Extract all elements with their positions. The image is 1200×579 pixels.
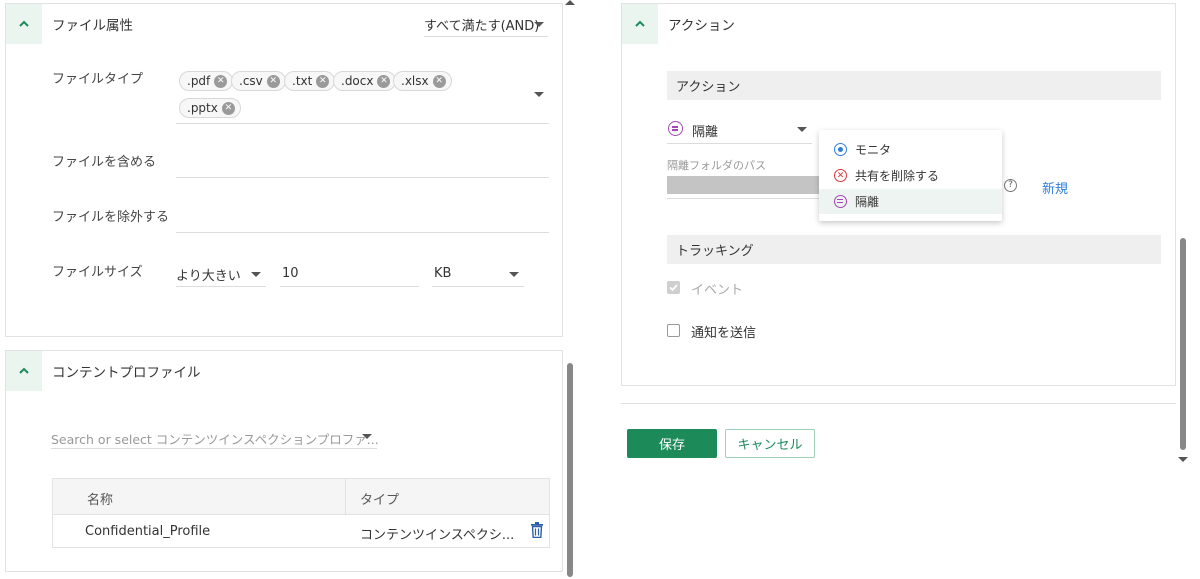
profile-table: 名称 タイプ Confidential_Profile コンテンツインスペクシ.… [52, 478, 550, 548]
collapse-button[interactable] [622, 4, 658, 44]
scroll-up-icon[interactable] [565, 0, 575, 5]
dropdown-option-quarantine[interactable]: 隔離 [819, 189, 1002, 214]
row-type: コンテンツインスペクシ... [360, 528, 515, 543]
left-scrollbar[interactable] [565, 0, 575, 579]
right-scrollbar[interactable] [1178, 0, 1188, 470]
chevron-up-icon [19, 367, 29, 374]
panel-title: コンテントプロファイル [52, 365, 201, 381]
scrollbar-thumb[interactable] [1180, 238, 1186, 450]
chevron-up-icon [635, 20, 645, 27]
column-header-name: 名称 [87, 493, 114, 508]
row-name: Confidential_Profile [85, 524, 211, 539]
content-profile-header[interactable]: コンテントプロファイル [6, 351, 562, 391]
panel-title: ファイル属性 [52, 18, 133, 34]
remove-icon[interactable]: ✕ [266, 74, 280, 88]
chip-docx[interactable]: .docx ✕ [333, 71, 397, 91]
remove-icon[interactable]: ✕ [316, 74, 330, 88]
profile-search-input[interactable]: Search or select コンテンツインスペクションプロファ... [51, 429, 379, 448]
eye-icon [834, 143, 847, 156]
remove-icon[interactable]: ✕ [214, 74, 228, 88]
column-header-type: タイプ [360, 493, 400, 508]
new-link[interactable]: 新規 [1042, 178, 1068, 197]
cancel-circle-icon: ✕ [834, 169, 847, 182]
table-header [53, 479, 549, 515]
footer-divider [621, 403, 1176, 404]
collapse-button[interactable] [6, 351, 42, 391]
tracking-section-bar: トラッキング [667, 235, 1161, 264]
content-profile-panel: コンテントプロファイル Search or select コンテンツインスペクシ… [5, 350, 563, 572]
policy-editor: ファイル属性 すべて満たす(AND) ファイルタイプ .pdf ✕ .csv ✕ .… [0, 0, 1200, 579]
chevron-down-icon[interactable] [534, 22, 544, 27]
trash-icon[interactable] [530, 522, 544, 538]
size-unit-select[interactable]: KB [434, 266, 451, 281]
file-type-label: ファイルタイプ [52, 72, 144, 87]
collapse-button[interactable] [6, 4, 42, 44]
quarantine-icon [668, 121, 683, 136]
chevron-down-icon[interactable] [251, 272, 261, 277]
notify-checkbox[interactable] [667, 324, 680, 337]
cancel-button[interactable]: キャンセル [725, 429, 815, 458]
save-button[interactable]: 保存 [627, 429, 717, 458]
chevron-down-icon[interactable] [509, 272, 519, 277]
include-label: ファイルを含める [52, 155, 157, 170]
action-header[interactable]: アクション [622, 4, 1175, 44]
chip-csv[interactable]: .csv ✕ [231, 71, 286, 91]
chip-xlsx[interactable]: .xlsx ✕ [393, 71, 452, 91]
chevron-down-icon[interactable] [362, 434, 372, 439]
table-row[interactable]: Confidential_Profile コンテンツインスペクシ... [53, 515, 549, 548]
quarantine-path-label: 隔離フォルダのパス [667, 159, 766, 172]
remove-icon[interactable]: ✕ [432, 74, 446, 88]
action-section-bar: アクション [667, 71, 1161, 100]
size-operator-select[interactable]: より大きい [176, 265, 241, 284]
quarantine-icon [834, 195, 847, 208]
exclude-input[interactable] [176, 232, 549, 233]
action-dropdown-menu: モニタ ✕ 共有を削除する 隔離 [819, 130, 1002, 221]
chip-txt[interactable]: .txt ✕ [284, 71, 336, 91]
chip-pdf[interactable]: .pdf ✕ [179, 71, 234, 91]
scrollbar-thumb[interactable] [567, 363, 573, 577]
remove-icon[interactable]: ✕ [377, 74, 391, 88]
action-select[interactable]: 隔離 [692, 121, 718, 140]
dropdown-option-monitor[interactable]: モニタ [819, 137, 1002, 162]
chip-pptx[interactable]: .pptx ✕ [179, 98, 241, 118]
file-attributes-panel: ファイル属性 すべて満たす(AND) ファイルタイプ .pdf ✕ .csv ✕ .… [5, 3, 563, 337]
event-label: イベント [691, 283, 744, 298]
remove-icon[interactable]: ✕ [221, 101, 235, 115]
exclude-label: ファイルを除外する [52, 210, 170, 225]
size-value-input[interactable]: 10 [282, 266, 299, 281]
scroll-down-icon[interactable] [1178, 457, 1188, 462]
check-icon [669, 284, 678, 292]
chevron-down-icon[interactable] [797, 127, 807, 132]
dropdown-option-remove-sharing[interactable]: ✕ 共有を削除する [819, 163, 1002, 188]
chevron-up-icon [19, 20, 29, 27]
help-icon[interactable]: ? [1004, 179, 1017, 192]
quarantine-path-input[interactable] [667, 176, 821, 194]
notify-label: 通知を送信 [691, 326, 757, 341]
size-label: ファイルサイズ [52, 265, 143, 280]
event-checkbox[interactable] [667, 281, 680, 294]
chevron-down-icon[interactable] [534, 92, 544, 97]
panel-title: アクション [668, 18, 735, 34]
include-input[interactable] [176, 177, 549, 178]
match-mode-select[interactable]: すべて満たす(AND) [424, 15, 539, 34]
